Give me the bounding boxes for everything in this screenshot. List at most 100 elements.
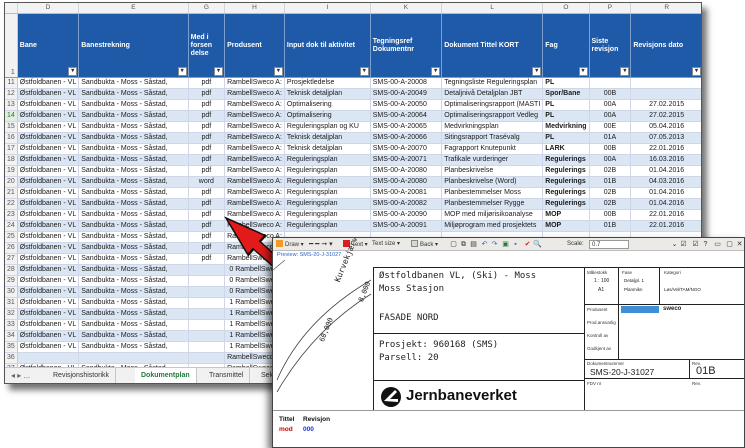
table-cell[interactable] — [188, 352, 226, 364]
table-cell[interactable]: Sandbukta - Moss - Såstad, — [78, 143, 189, 155]
table-cell[interactable]: Sandbukta - Moss - Såstad, — [78, 121, 189, 133]
row-number[interactable]: 23 — [5, 209, 18, 221]
table-cell[interactable]: SMS-00-A-20065 — [370, 121, 443, 133]
column-letter[interactable]: H — [224, 3, 285, 14]
row-number[interactable]: 14 — [5, 110, 18, 122]
table-cell[interactable]: 00B — [589, 143, 632, 155]
image-icon[interactable]: ▣ — [501, 240, 510, 249]
table-cell[interactable]: Østfoldbanen - VL — [17, 220, 80, 232]
table-row[interactable]: 18 Østfoldbanen - VL Sandbukta - Moss - Så… — [5, 154, 701, 166]
table-cell[interactable]: 01B — [589, 220, 632, 232]
column-letter[interactable]: D — [17, 3, 80, 14]
table-cell[interactable]: Sandbukta - Moss - Såstad, — [78, 253, 189, 265]
table-cell[interactable]: 01.04.2016 — [630, 165, 701, 177]
table-cell[interactable]: Tegningsliste Reguleringsplan — [441, 77, 544, 89]
table-cell[interactable]: Medvirkning — [542, 121, 590, 133]
checkbox-icon[interactable]: ☑ — [679, 240, 688, 249]
table-cell[interactable]: Regulerings — [542, 176, 590, 188]
table-cell[interactable]: 01.04.2016 — [630, 198, 701, 210]
row-number[interactable]: 30 — [5, 286, 18, 298]
table-cell[interactable]: Østfoldbanen - VL — [17, 99, 80, 111]
table-cell[interactable] — [188, 264, 226, 276]
table-cell[interactable]: Østfoldbanen - VL — [17, 297, 80, 309]
table-cell[interactable]: Østfoldbanen - VL — [17, 209, 80, 221]
table-cell[interactable] — [630, 77, 701, 89]
table-cell[interactable] — [17, 352, 80, 364]
table-cell[interactable]: 00B — [589, 88, 632, 100]
table-cell[interactable]: RambellSweco A: — [224, 99, 285, 111]
row-number[interactable]: 22 — [5, 198, 18, 210]
table-cell[interactable]: Sandbukta - Moss - Såstad, — [78, 297, 189, 309]
table-cell[interactable]: Reguleringsplan — [284, 154, 371, 166]
table-cell[interactable]: pdf — [188, 187, 226, 199]
table-cell[interactable]: SMS-00-A-20064 — [370, 110, 443, 122]
table-cell[interactable]: Reguleringsplan — [284, 198, 371, 210]
table-cell[interactable]: Fagrapport Knutepunkt — [441, 143, 544, 155]
table-cell[interactable]: Detaljnivå Detaljplan JBT — [441, 88, 544, 100]
table-cell[interactable]: MOP — [542, 220, 590, 232]
table-cell[interactable]: pdf — [188, 165, 226, 177]
filter-dropdown-icon[interactable]: ▾ — [532, 67, 542, 76]
table-cell[interactable]: Sandbukta - Moss - Såstad, — [78, 319, 189, 331]
row-number[interactable]: 24 — [5, 220, 18, 232]
table-cell[interactable]: PL — [542, 132, 590, 144]
column-letter[interactable]: E — [78, 3, 189, 14]
table-cell[interactable] — [188, 319, 226, 331]
table-cell[interactable]: Sandbukta - Moss - Såstad, — [78, 231, 189, 243]
save-icon[interactable]: ▪ — [511, 240, 520, 249]
column-letter[interactable]: L — [441, 3, 544, 14]
table-cell[interactable] — [188, 286, 226, 298]
table-cell[interactable] — [630, 88, 701, 100]
table-cell[interactable]: Medvirkningsplan — [441, 121, 544, 133]
row-number[interactable]: 18 — [5, 154, 18, 166]
table-cell[interactable]: Østfoldbanen - VL — [17, 275, 80, 287]
table-cell[interactable]: Sandbukta - Moss - Såstad, — [78, 187, 189, 199]
table-cell[interactable]: Regulerings — [542, 154, 590, 166]
tab-revisjonshistorikk[interactable]: Revisjonshistorikk — [47, 368, 117, 383]
table-cell[interactable]: Sandbukta - Moss - Såstad, — [78, 198, 189, 210]
table-cell[interactable] — [188, 341, 226, 353]
table-row[interactable]: 11 Østfoldbanen - VL Sandbukta - Moss - Så… — [5, 77, 701, 89]
table-row[interactable]: 23 Østfoldbanen - VL Sandbukta - Moss - Så… — [5, 209, 701, 221]
table-cell[interactable]: RambellSweco A: — [224, 220, 285, 232]
table-cell[interactable]: Østfoldbanen - VL — [17, 253, 80, 265]
table-cell[interactable]: Sandbukta - Moss - Såstad, — [78, 77, 189, 89]
table-cell[interactable]: Reguleringsplan — [284, 176, 371, 188]
row-number[interactable]: 33 — [5, 319, 18, 331]
table-cell[interactable]: Østfoldbanen - VL — [17, 330, 80, 342]
table-row[interactable]: 24 Østfoldbanen - VL Sandbukta - Moss - Så… — [5, 220, 701, 232]
table-cell[interactable]: SMS-00-A-20081 — [370, 187, 443, 199]
table-cell[interactable] — [589, 77, 632, 89]
row-number[interactable]: 17 — [5, 143, 18, 155]
table-cell[interactable]: SMS-00-A-20066 — [370, 132, 443, 144]
filter-dropdown-icon[interactable]: ▾ — [273, 67, 283, 76]
table-cell[interactable]: pdf — [188, 143, 226, 155]
table-cell[interactable]: pdf — [188, 154, 226, 166]
checkbox-icon[interactable]: ☑ — [691, 240, 700, 249]
row-number[interactable]: 15 — [5, 121, 18, 133]
table-cell[interactable]: Reguleringsplan — [284, 209, 371, 221]
table-cell[interactable]: Planbestemmelser Moss — [441, 187, 544, 199]
table-cell[interactable]: 01A — [589, 132, 632, 144]
table-cell[interactable]: Sandbukta - Moss - Såstad, — [78, 209, 189, 221]
table-cell[interactable]: pdf — [188, 77, 226, 89]
table-cell[interactable]: RambellSweco A: — [224, 198, 285, 210]
table-cell[interactable]: SMS-00-A-20050 — [370, 99, 443, 111]
column-letter[interactable]: G — [188, 3, 226, 14]
table-cell[interactable]: RambellSweco A: — [224, 132, 285, 144]
column-letter[interactable]: I — [284, 3, 371, 14]
table-cell[interactable]: pdf — [188, 242, 226, 254]
table-cell[interactable]: 01B — [589, 176, 632, 188]
table-cell[interactable]: pdf — [188, 110, 226, 122]
table-cell[interactable]: Sandbukta - Moss - Såstad, — [78, 88, 189, 100]
table-cell[interactable]: 22.01.2016 — [630, 143, 701, 155]
filter-dropdown-icon[interactable]: ▾ — [620, 67, 630, 76]
scale-input[interactable]: 0.7 — [589, 240, 629, 249]
paste-icon[interactable]: ▤ — [469, 240, 478, 249]
tab-transmittel[interactable]: Transmittel — [203, 368, 251, 383]
filter-dropdown-icon[interactable]: ▾ — [692, 67, 701, 76]
table-cell[interactable]: Østfoldbanen - VL — [17, 198, 80, 210]
table-row[interactable]: 22 Østfoldbanen - VL Sandbukta - Moss - Så… — [5, 198, 701, 210]
filter-dropdown-icon[interactable]: ▾ — [177, 67, 187, 76]
help-icon[interactable]: ? — [701, 240, 710, 249]
